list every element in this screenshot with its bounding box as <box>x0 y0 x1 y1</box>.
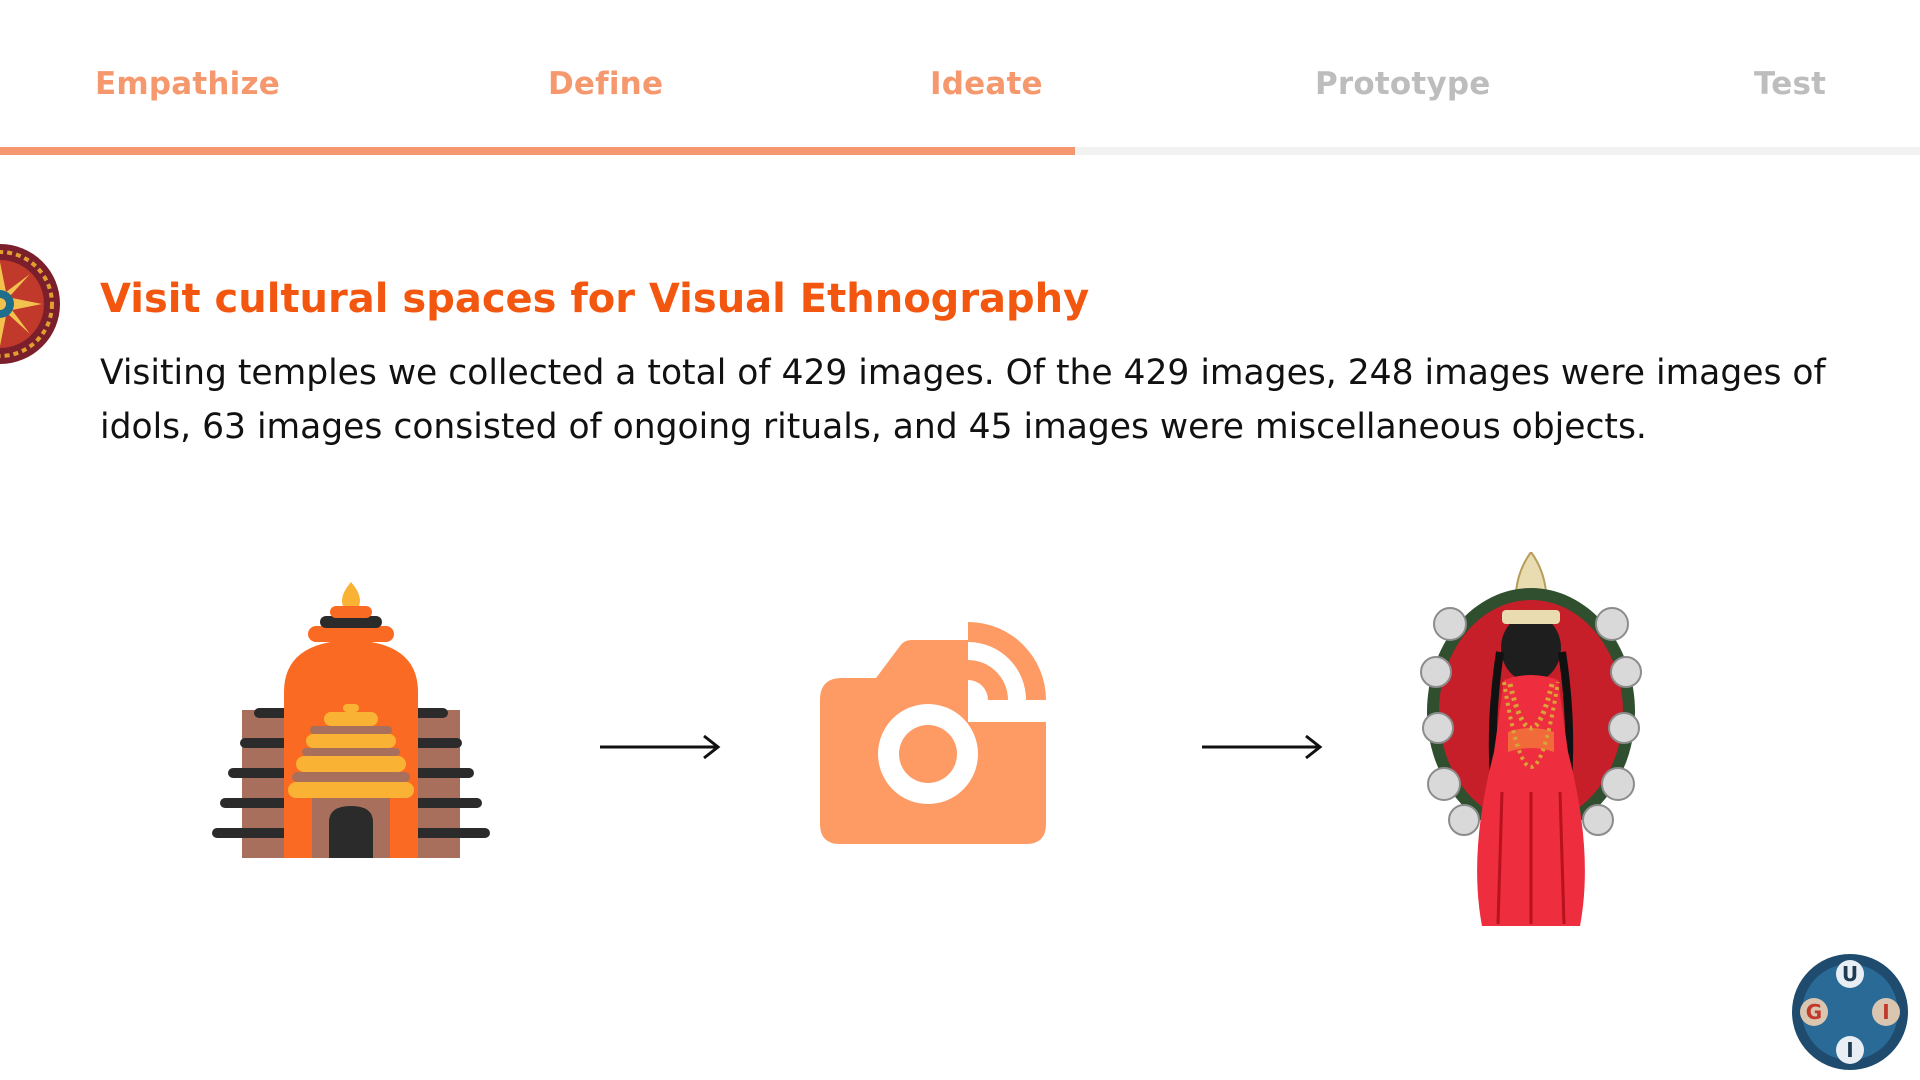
ugii-logo: U G I I <box>1792 954 1908 1070</box>
step-test[interactable]: Test <box>1754 66 1826 102</box>
svg-text:U: U <box>1842 962 1858 986</box>
temple-icon <box>212 582 490 858</box>
progress-fill <box>0 147 1076 155</box>
mandala-icon <box>0 244 60 364</box>
step-empathize[interactable]: Empathize <box>95 66 280 102</box>
camera-icon <box>820 622 1046 844</box>
step-ideate[interactable]: Ideate <box>930 66 1043 102</box>
slide: Empathize Define Ideate Prototype Test V… <box>0 0 1920 1080</box>
section-heading: Visit cultural spaces for Visual Ethnogr… <box>100 276 1090 322</box>
step-define[interactable]: Define <box>548 66 663 102</box>
svg-text:I: I <box>1846 1038 1853 1062</box>
section-description: Visiting temples we collected a total of… <box>100 353 1826 447</box>
design-thinking-steps: Empathize Define Ideate Prototype Test <box>0 0 1920 160</box>
arrow-right-icon <box>1202 734 1323 760</box>
svg-text:G: G <box>1806 1000 1822 1024</box>
idol-image <box>1420 552 1642 926</box>
svg-text:I: I <box>1882 1000 1889 1024</box>
progress-track <box>0 147 1920 155</box>
step-prototype[interactable]: Prototype <box>1315 66 1490 102</box>
arrow-right-icon <box>600 734 721 760</box>
